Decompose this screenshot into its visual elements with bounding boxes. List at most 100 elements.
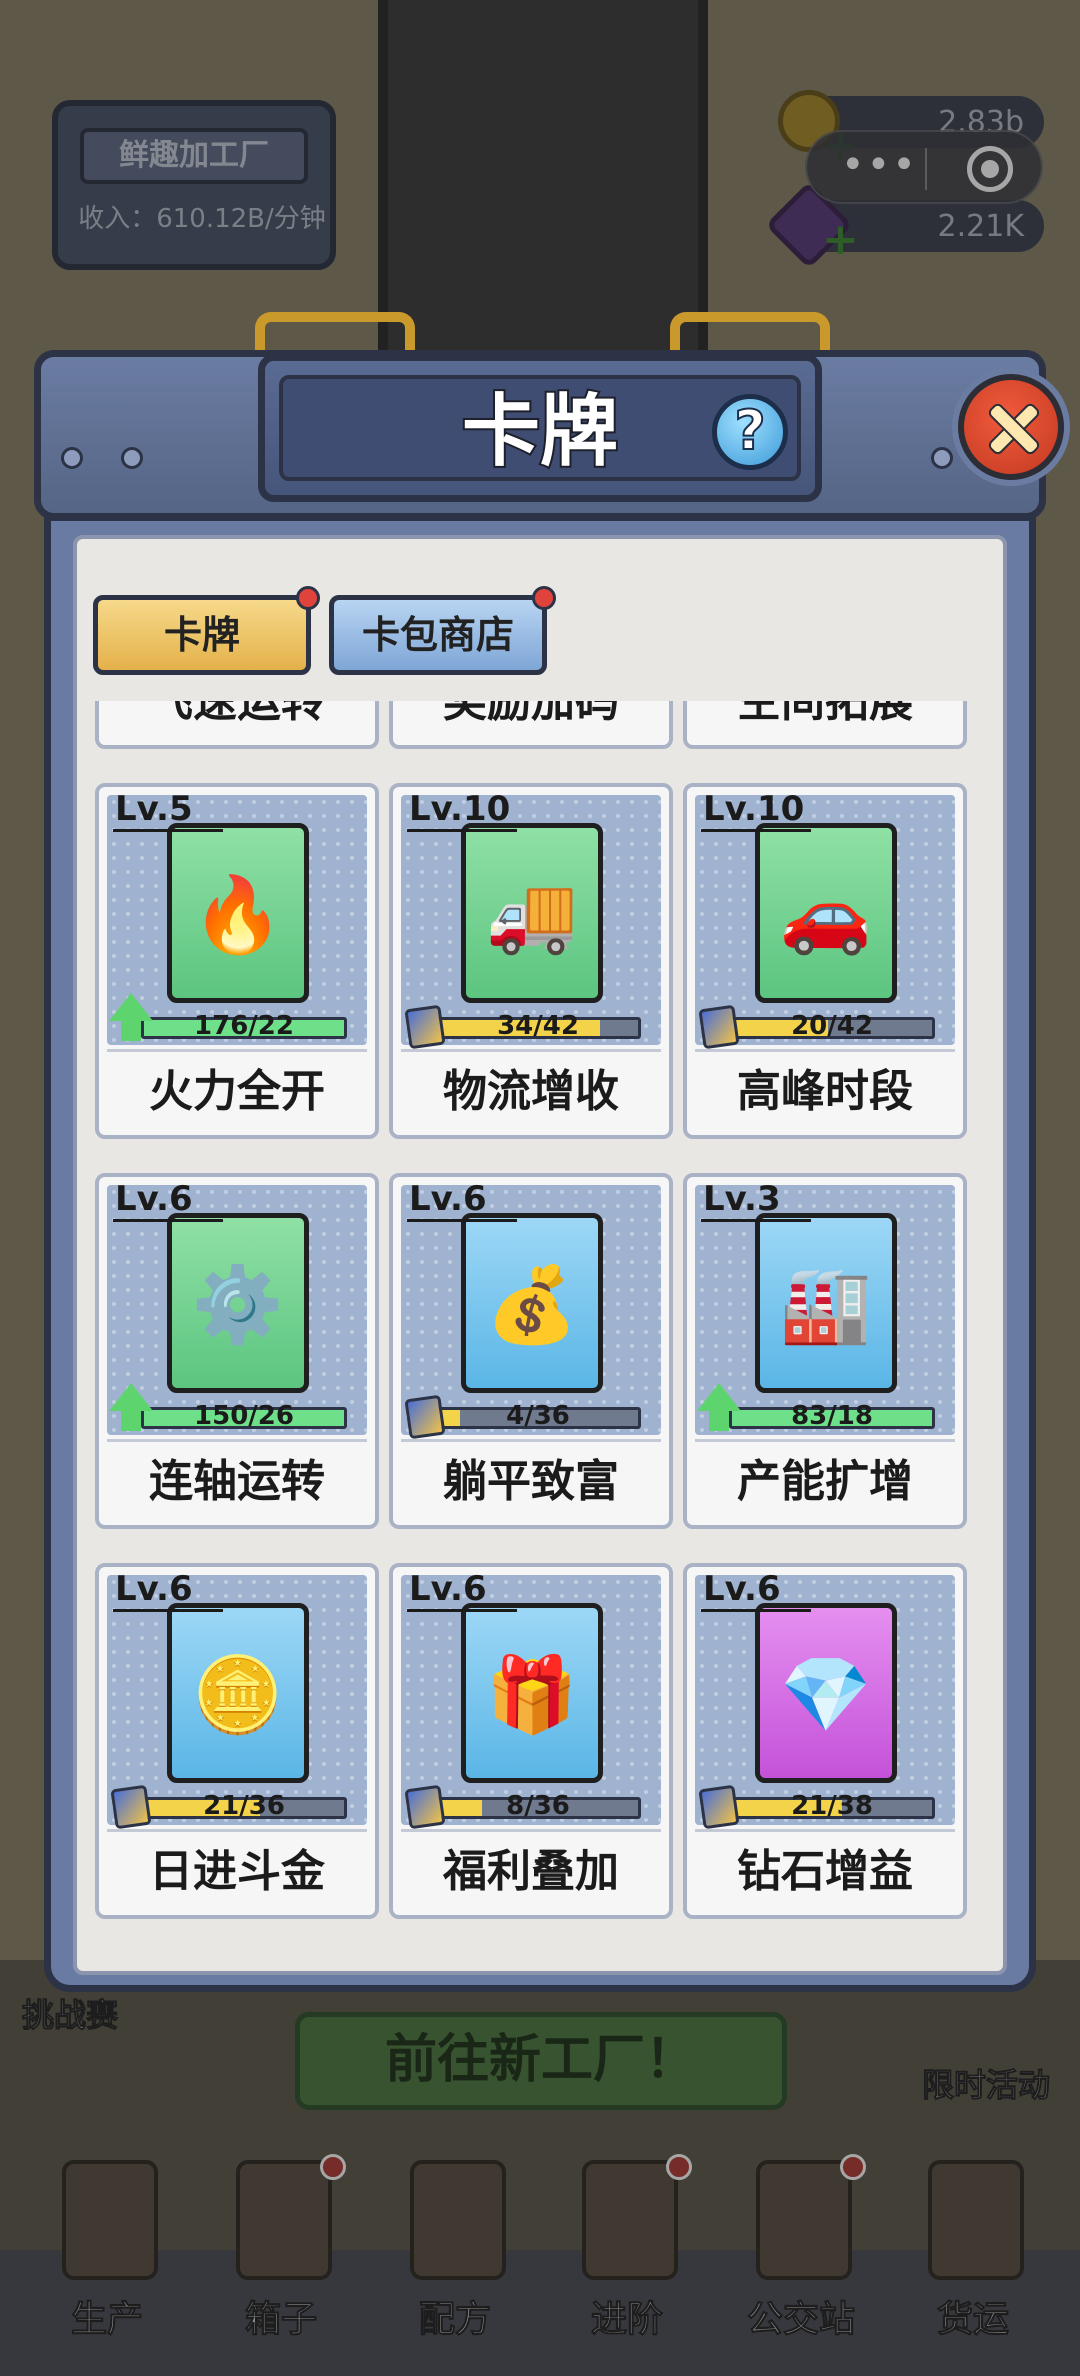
tab-label: 卡牌 — [163, 613, 240, 657]
card-divider — [107, 1049, 367, 1052]
card-illustration: ⚙️ — [191, 1262, 285, 1348]
card-item[interactable]: 🔥 Lv.5 176/22 火力全开 — [95, 783, 379, 1139]
card-item[interactable]: 395/32空间拓展 — [683, 701, 967, 749]
card-divider — [401, 1049, 661, 1052]
upgrade-arrow-icon — [697, 1383, 741, 1431]
gold-bucket-icon: 🪙 — [167, 1603, 309, 1783]
card-name: 躺平致富 — [443, 1456, 619, 1507]
card-divider — [401, 1439, 661, 1442]
gift-icon: 🎁 — [461, 1603, 603, 1783]
bolt — [121, 447, 143, 469]
card-level: Lv.3 — [703, 1179, 781, 1219]
card-divider — [401, 1829, 661, 1832]
bolt — [61, 447, 83, 469]
level-underline — [407, 829, 517, 832]
notification-dot — [296, 586, 320, 610]
modal-title: 卡牌 — [460, 385, 620, 479]
card-name: 钻石增益 — [737, 1846, 913, 1897]
upgrade-arrow-icon — [109, 1383, 153, 1431]
card-progress-text: 8/36 — [506, 1791, 570, 1821]
card-illustration: 🚗 — [779, 872, 873, 958]
level-underline — [113, 829, 223, 832]
card-illustration: 🪙 — [191, 1652, 285, 1738]
card-illustration: 🚚 — [485, 872, 579, 958]
gears-icon: ⚙️ — [167, 1213, 309, 1393]
notification-dot — [532, 586, 556, 610]
traffic-clock-icon: 🚗 — [755, 823, 897, 1003]
card-divider — [695, 1049, 955, 1052]
card-pack-icon — [404, 1394, 446, 1440]
card-item[interactable]: 47/60飞速运转 — [95, 701, 379, 749]
card-illustration: 🎁 — [485, 1652, 579, 1738]
card-item[interactable]: 💎 Lv.6 21/38 钻石增益 — [683, 1563, 967, 1919]
card-name: 空间拓展 — [737, 701, 913, 727]
card-name: 日进斗金 — [149, 1846, 325, 1897]
card-progress-text: 4/36 — [506, 1401, 570, 1431]
card-progress-text: 83/18 — [791, 1401, 873, 1431]
card-divider — [107, 1829, 367, 1832]
level-underline — [113, 1219, 223, 1222]
card-name: 奖励加码 — [443, 701, 619, 727]
card-name: 产能扩增 — [737, 1456, 913, 1507]
card-level: Lv.10 — [409, 789, 511, 829]
level-underline — [407, 1219, 517, 1222]
card-name: 高峰时段 — [737, 1066, 913, 1117]
card-progress-text: 21/36 — [203, 1791, 285, 1821]
card-name: 飞速运转 — [149, 701, 325, 727]
level-underline — [113, 1609, 223, 1612]
level-underline — [701, 829, 811, 832]
card-progress-text: 21/38 — [791, 1791, 873, 1821]
card-name: 火力全开 — [149, 1066, 325, 1117]
card-level: Lv.6 — [703, 1569, 781, 1609]
factory-icon: 🏭 — [755, 1213, 897, 1393]
upgrade-arrow-icon — [109, 993, 153, 1041]
card-illustration: 💰 — [485, 1262, 579, 1348]
close-button[interactable] — [958, 374, 1064, 480]
tab-card-pack-shop[interactable]: 卡包商店 — [329, 586, 556, 675]
card-divider — [695, 1829, 955, 1832]
card-illustration: 💎 — [779, 1652, 873, 1738]
card-name: 连轴运转 — [149, 1456, 325, 1507]
level-underline — [701, 1219, 811, 1222]
card-progress-text: 34/42 — [497, 1011, 579, 1041]
card-item[interactable]: 🪙 Lv.6 21/36 日进斗金 — [95, 1563, 379, 1919]
money-rest-icon: 💰 — [461, 1213, 603, 1393]
card-pack-icon — [404, 1004, 446, 1050]
card-progress-text: 20/42 — [791, 1011, 873, 1041]
card-pack-icon — [110, 1784, 152, 1830]
card-level: Lv.6 — [115, 1569, 193, 1609]
card-level: Lv.5 — [115, 789, 193, 829]
diamond-icon: 💎 — [755, 1603, 897, 1783]
card-grid[interactable]: 47/60飞速运转53/60奖励加码395/32空间拓展 🔥 Lv.5 176/22 火… — [77, 701, 1003, 1949]
card-item[interactable]: 🚚 Lv.10 34/42 物流增收 — [389, 783, 673, 1139]
card-item[interactable]: 53/60奖励加码 — [389, 701, 673, 749]
help-button[interactable]: ? — [712, 394, 788, 470]
card-progress-text: 150/26 — [194, 1401, 294, 1431]
card-item[interactable]: 🏭 Lv.3 83/18 产能扩增 — [683, 1173, 967, 1529]
cards-modal: 卡牌 ? 卡牌 卡包商店 47/60飞速运转53/60奖励加码395/32空间拓… — [0, 0, 1080, 2376]
bolt — [931, 447, 953, 469]
card-name: 物流增收 — [443, 1066, 619, 1117]
card-illustration: 🏭 — [779, 1262, 873, 1348]
card-item[interactable]: ⚙️ Lv.6 150/26 连轴运转 — [95, 1173, 379, 1529]
card-divider — [695, 1439, 955, 1442]
tab-label: 卡包商店 — [361, 613, 514, 657]
card-pack-icon — [698, 1004, 740, 1050]
card-item[interactable]: 🚗 Lv.10 20/42 高峰时段 — [683, 783, 967, 1139]
card-level: Lv.6 — [409, 1569, 487, 1609]
card-level: Lv.10 — [703, 789, 805, 829]
modal-body: 卡牌 卡包商店 47/60飞速运转53/60奖励加码395/32空间拓展 🔥 Lv.… — [44, 514, 1036, 1992]
card-item[interactable]: 🎁 Lv.6 8/36 福利叠加 — [389, 1563, 673, 1919]
card-name: 福利叠加 — [443, 1846, 619, 1897]
card-illustration: 🔥 — [191, 872, 285, 958]
card-pack-icon — [404, 1784, 446, 1830]
card-pack-icon — [698, 1784, 740, 1830]
card-progress-text: 176/22 — [194, 1011, 294, 1041]
level-underline — [407, 1609, 517, 1612]
level-underline — [701, 1609, 811, 1612]
card-divider — [107, 1439, 367, 1442]
tab-cards[interactable]: 卡牌 — [93, 586, 320, 675]
card-item[interactable]: 💰 Lv.6 4/36 躺平致富 — [389, 1173, 673, 1529]
card-level: Lv.6 — [409, 1179, 487, 1219]
modal-content: 卡牌 卡包商店 47/60飞速运转53/60奖励加码395/32空间拓展 🔥 Lv.… — [73, 535, 1007, 1975]
